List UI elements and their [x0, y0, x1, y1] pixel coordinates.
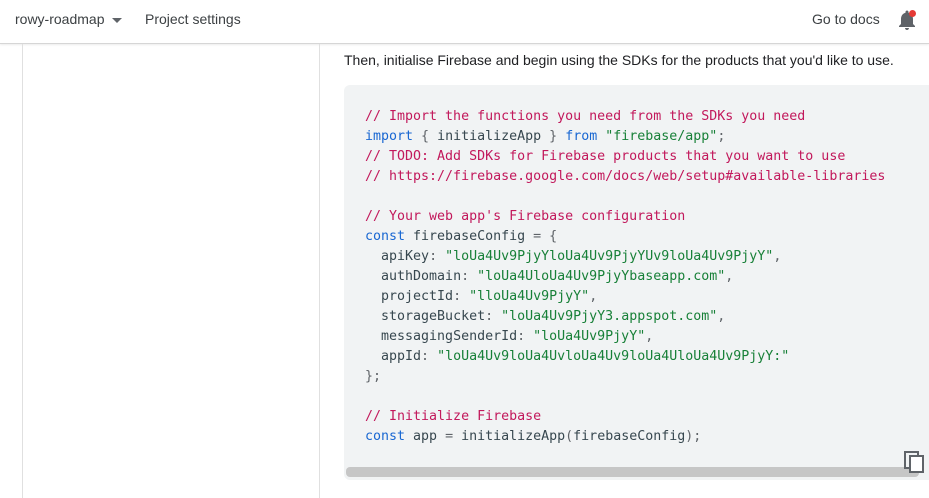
code-punct: }; — [365, 369, 382, 384]
code-punct: ); — [685, 429, 702, 444]
code-identifier: initializeApp — [437, 129, 542, 144]
go-to-docs-link[interactable]: Go to docs — [812, 11, 880, 27]
project-name: rowy-roadmap — [15, 11, 105, 27]
side-panel-divider — [319, 44, 320, 498]
code-identifier: app — [405, 429, 446, 444]
code-punct: = — [445, 429, 462, 444]
project-settings-link[interactable]: Project settings — [145, 11, 241, 27]
left-rail-divider — [22, 44, 23, 498]
config-key: appId — [381, 349, 422, 364]
config-value: "loUa4Uv9PjyYloUa4Uv9PjyYUv9loUa4Uv9PjyY… — [445, 249, 774, 264]
code-identifier: firebaseConfig — [405, 229, 534, 244]
config-value: "loUa4Uv9loUa4UvloUa4Uv9loUa4UloUa4Uv9Pj… — [437, 349, 790, 364]
config-value: "loUa4Uv9PjyY" — [533, 329, 646, 344]
code-comment: // TODO: Add SDKs for Firebase products … — [365, 149, 846, 164]
project-selector[interactable]: rowy-roadmap — [15, 11, 123, 27]
code-punct: } — [541, 129, 566, 144]
copy-icon[interactable] — [904, 449, 926, 473]
notifications-bell-icon[interactable] — [897, 9, 917, 31]
code-comment: // Your web app's Firebase configuration — [365, 209, 686, 224]
config-value: "loUa4UloUa4Uv9PjyYbaseapp.com" — [477, 269, 726, 284]
code-comment: // Initialize Firebase — [365, 409, 542, 424]
config-value: "loUa4Uv9PjyY3.appspot.com" — [501, 309, 718, 324]
intro-text: Then, initialise Firebase and begin usin… — [344, 52, 894, 68]
config-value: "lloUa4Uv9PjyY" — [469, 289, 590, 304]
code-keyword: from — [565, 129, 598, 144]
config-key: messagingSenderId — [381, 329, 518, 344]
config-key: projectId — [381, 289, 454, 304]
code-string: "firebase/app" — [605, 129, 718, 144]
code-content: // Import the functions you need from th… — [365, 109, 886, 444]
code-punct: ( — [565, 429, 574, 444]
code-keyword: const — [365, 229, 406, 244]
code-keyword: import — [365, 129, 414, 144]
code-punct: = { — [533, 229, 558, 244]
code-comment: // https://firebase.google.com/docs/web/… — [365, 169, 886, 184]
code-identifier: firebaseConfig — [573, 429, 686, 444]
code-punct: ; — [717, 129, 726, 144]
code-keyword: const — [365, 429, 406, 444]
top-bar: rowy-roadmap Project settings Go to docs — [0, 0, 929, 44]
config-key: storageBucket — [381, 309, 486, 324]
code-punct: { — [413, 129, 438, 144]
config-key: authDomain — [381, 269, 462, 284]
chevron-down-icon — [112, 17, 123, 23]
code-identifier: initializeApp — [461, 429, 566, 444]
code-comment: // Import the functions you need from th… — [365, 109, 806, 124]
code-block: // Import the functions you need from th… — [344, 85, 929, 480]
horizontal-scrollbar[interactable] — [346, 467, 919, 477]
config-key: apiKey — [381, 249, 430, 264]
